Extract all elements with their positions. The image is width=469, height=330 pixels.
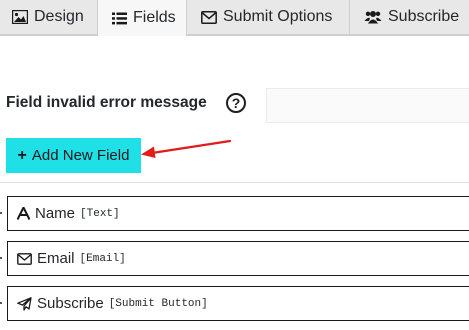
field-row-email[interactable]: Email [Email] — [7, 241, 469, 276]
plus-icon: + — [17, 146, 27, 164]
tab-fields[interactable]: Fields — [97, 0, 187, 36]
drag-handle[interactable] — [0, 212, 2, 214]
field-type: [Email] — [79, 252, 126, 265]
tab-subscribe-label: Subscribe — [388, 8, 460, 25]
users-icon — [364, 10, 382, 24]
envelope-icon — [201, 10, 217, 24]
red-arrow-annotation — [141, 139, 232, 158]
field-type: [Submit Button] — [108, 297, 208, 310]
field-type: [Text] — [80, 207, 120, 220]
tab-fields-label: Fields — [133, 9, 176, 26]
field-name: Name — [35, 205, 76, 222]
tab-bar-border — [0, 35, 469, 36]
paper-plane-icon — [17, 296, 32, 311]
image-icon — [12, 10, 28, 24]
tab-bar: Design Fields Submit Options Subscribe — [0, 0, 469, 37]
drag-handle[interactable] — [0, 257, 2, 259]
tab-design[interactable]: Design — [0, 0, 98, 35]
help-icon[interactable]: ? — [226, 93, 246, 113]
add-new-field-label: Add New Field — [31, 147, 130, 164]
drag-handle[interactable] — [0, 302, 2, 304]
error-message-label: Field invalid error message — [6, 94, 207, 111]
text-icon — [17, 207, 30, 220]
list-icon — [112, 12, 127, 25]
field-name: Subscribe — [37, 295, 104, 312]
add-new-field-button[interactable]: + Add New Field — [6, 138, 141, 173]
field-row-name[interactable]: Name [Text] — [7, 196, 469, 231]
tab-submit-options[interactable]: Submit Options — [186, 0, 350, 35]
tab-subscribe[interactable]: Subscribe — [349, 0, 469, 35]
error-message-input[interactable] — [266, 88, 469, 123]
field-row-subscribe[interactable]: Subscribe [Submit Button] — [7, 286, 469, 321]
section-divider — [0, 182, 469, 183]
tab-design-label: Design — [34, 8, 84, 25]
field-name: Email — [37, 250, 75, 267]
tab-submit-options-label: Submit Options — [223, 8, 333, 25]
envelope-icon — [17, 252, 32, 265]
